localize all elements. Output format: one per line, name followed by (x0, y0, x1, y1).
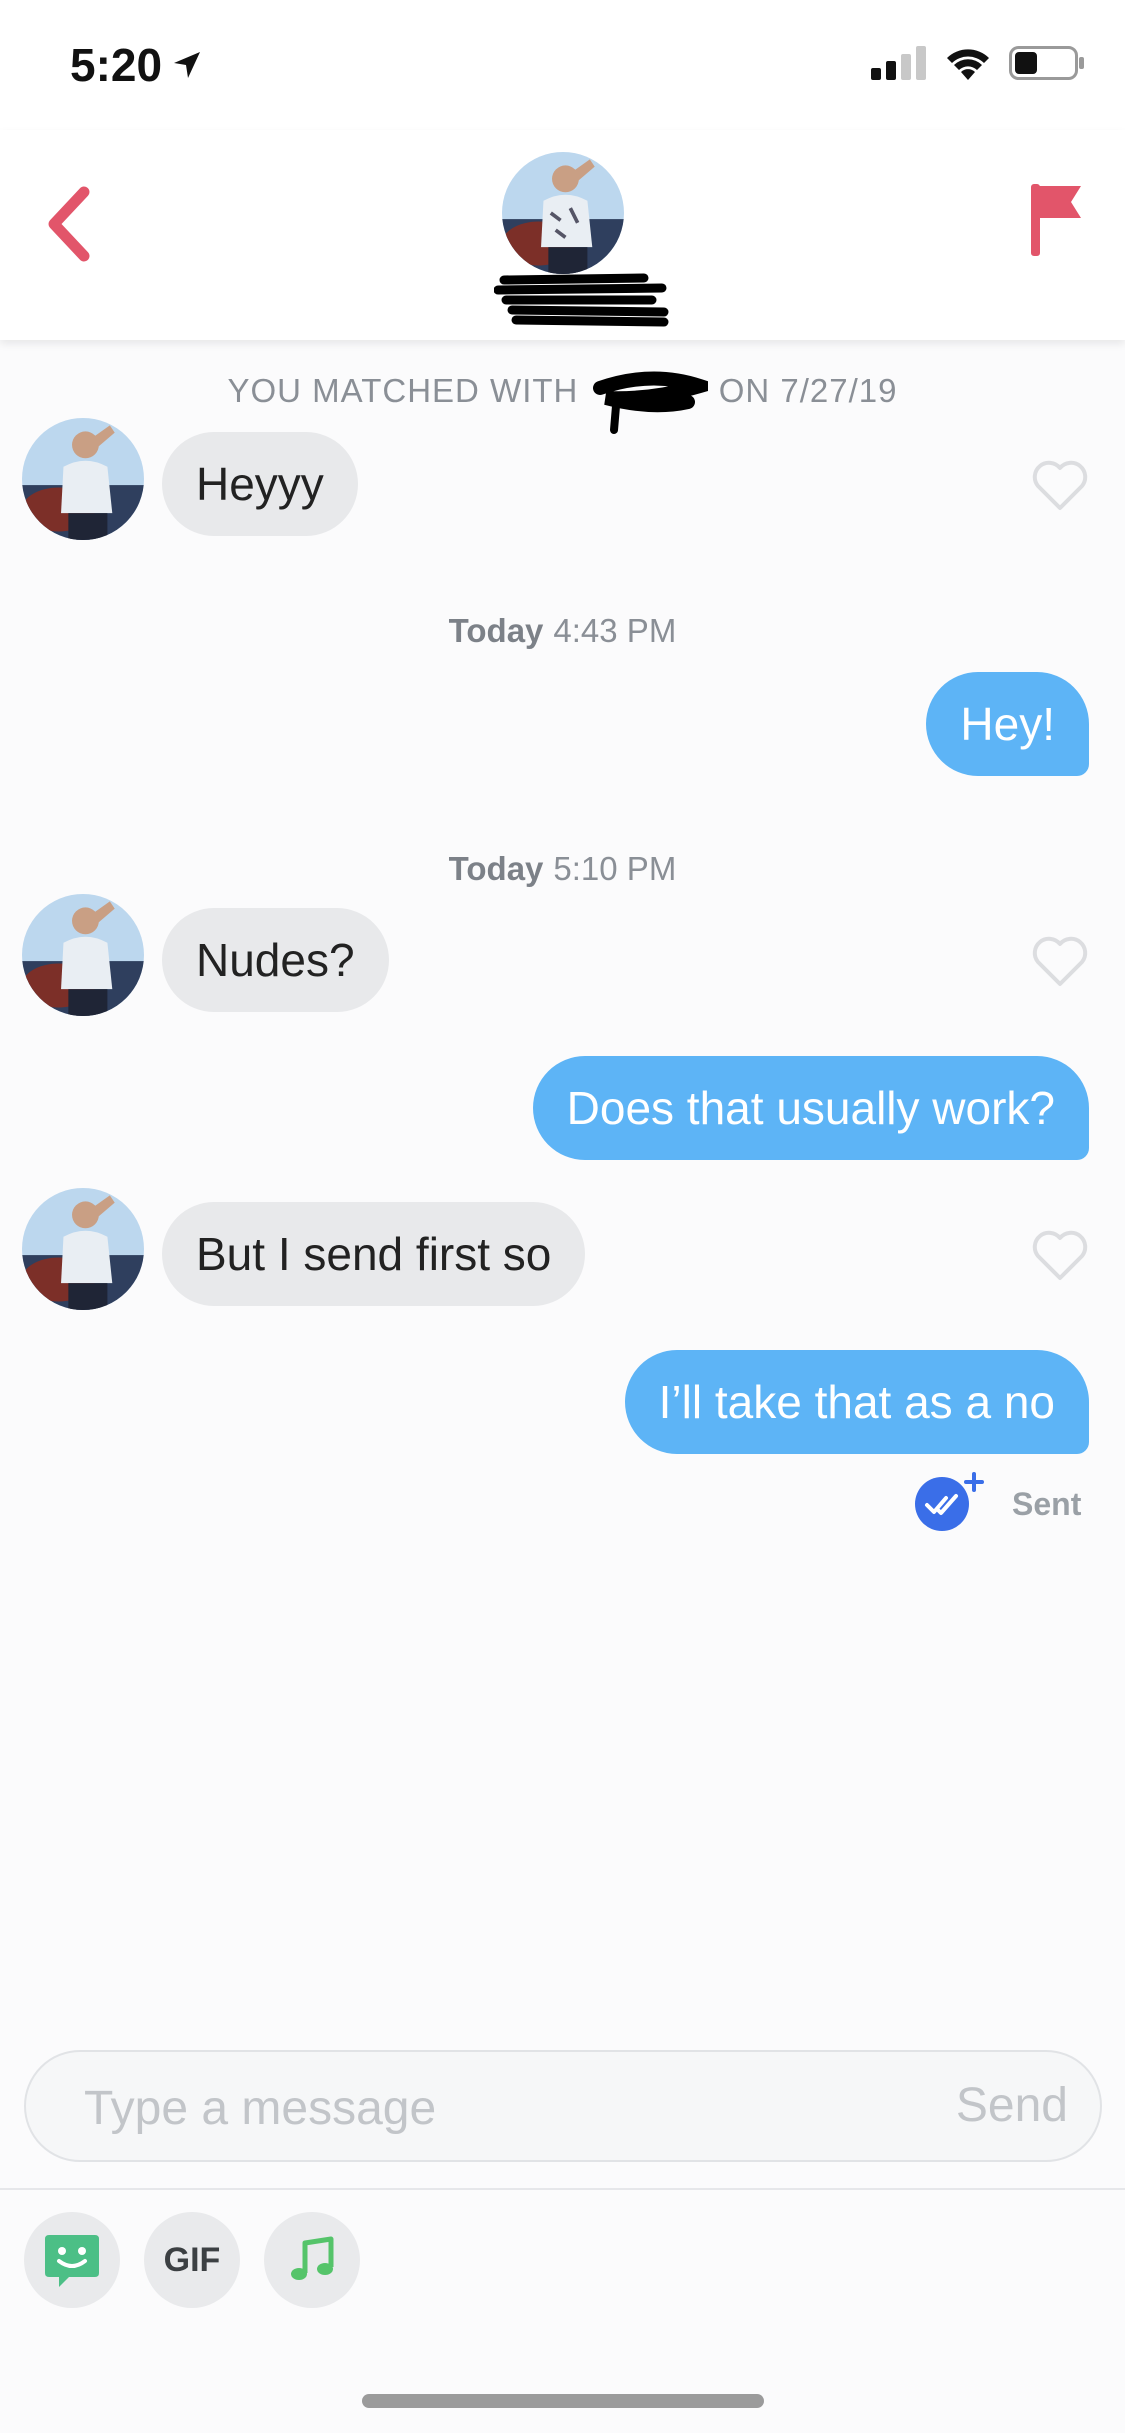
status-bar: 5:20 (0, 0, 1125, 130)
cellular-signal-icon (871, 46, 926, 80)
match-avatar[interactable] (502, 152, 624, 274)
heart-icon[interactable] (1030, 1226, 1090, 1286)
location-arrow-icon (174, 52, 201, 78)
music-button[interactable] (264, 2212, 360, 2308)
conversation-header (0, 130, 1125, 340)
timestamp-time: 5:10 PM (553, 850, 677, 887)
status-icons (871, 46, 1085, 80)
timestamp-time: 4:43 PM (553, 612, 677, 649)
sender-avatar[interactable] (22, 418, 144, 540)
profile-photo (22, 894, 144, 1016)
send-button[interactable]: Send (956, 2078, 1068, 2133)
smiley-sticker-icon (45, 2235, 99, 2287)
timestamp-day: Today (448, 612, 544, 649)
clock-label: 5:20 (70, 39, 163, 91)
double-check-icon (915, 1472, 984, 1531)
outgoing-message[interactable]: I’ll take that as a no (624, 1350, 1089, 1454)
heart-icon[interactable] (1030, 932, 1090, 992)
toolbar-divider (0, 2188, 1125, 2190)
back-button[interactable] (40, 180, 100, 270)
timestamp: Today 5:10 PM (0, 850, 1125, 888)
gif-button[interactable]: GIF (144, 2212, 240, 2308)
incoming-message[interactable]: Heyyy (162, 432, 358, 536)
sticker-button[interactable] (24, 2212, 120, 2308)
outgoing-message[interactable]: Does that usually work? (532, 1056, 1089, 1160)
match-banner-suffix: ON 7/27/19 (718, 372, 898, 409)
profile-photo (502, 152, 624, 274)
flag-icon (1031, 184, 1081, 256)
match-banner-prefix: YOU MATCHED WITH (227, 372, 579, 409)
report-button[interactable] (1027, 180, 1087, 260)
message-input[interactable] (84, 2078, 884, 2138)
incoming-message[interactable]: But I send first so (162, 1202, 586, 1306)
outgoing-message[interactable]: Hey! (926, 672, 1089, 776)
message-thread[interactable]: YOU MATCHED WITH ON 7/27/19 Heyyy Today 4… (0, 340, 1125, 2040)
sender-avatar[interactable] (22, 1188, 144, 1310)
battery-icon (1009, 46, 1084, 80)
gif-label: GIF (163, 2240, 221, 2279)
sender-avatar[interactable] (22, 894, 144, 1016)
name-redaction-scribble (494, 273, 669, 327)
timestamp: Today 4:43 PM (0, 612, 1125, 650)
incoming-message[interactable]: Nudes? (162, 908, 389, 1012)
receipt-status: Sent (1012, 1486, 1082, 1522)
heart-icon[interactable] (1030, 456, 1090, 516)
message-composer: Send (24, 2050, 1102, 2162)
match-banner: YOU MATCHED WITH ON 7/27/19 (0, 372, 1125, 410)
timestamp-day: Today (448, 850, 544, 887)
match-name-redaction (593, 371, 708, 434)
profile-photo (22, 1188, 144, 1310)
wifi-icon (947, 49, 989, 80)
status-time: 5:20 (70, 38, 202, 92)
home-indicator[interactable] (362, 2394, 764, 2408)
chevron-left-icon (48, 186, 90, 262)
profile-photo (22, 418, 144, 540)
music-note-icon (291, 2236, 334, 2280)
read-receipt[interactable] (912, 1470, 984, 1532)
